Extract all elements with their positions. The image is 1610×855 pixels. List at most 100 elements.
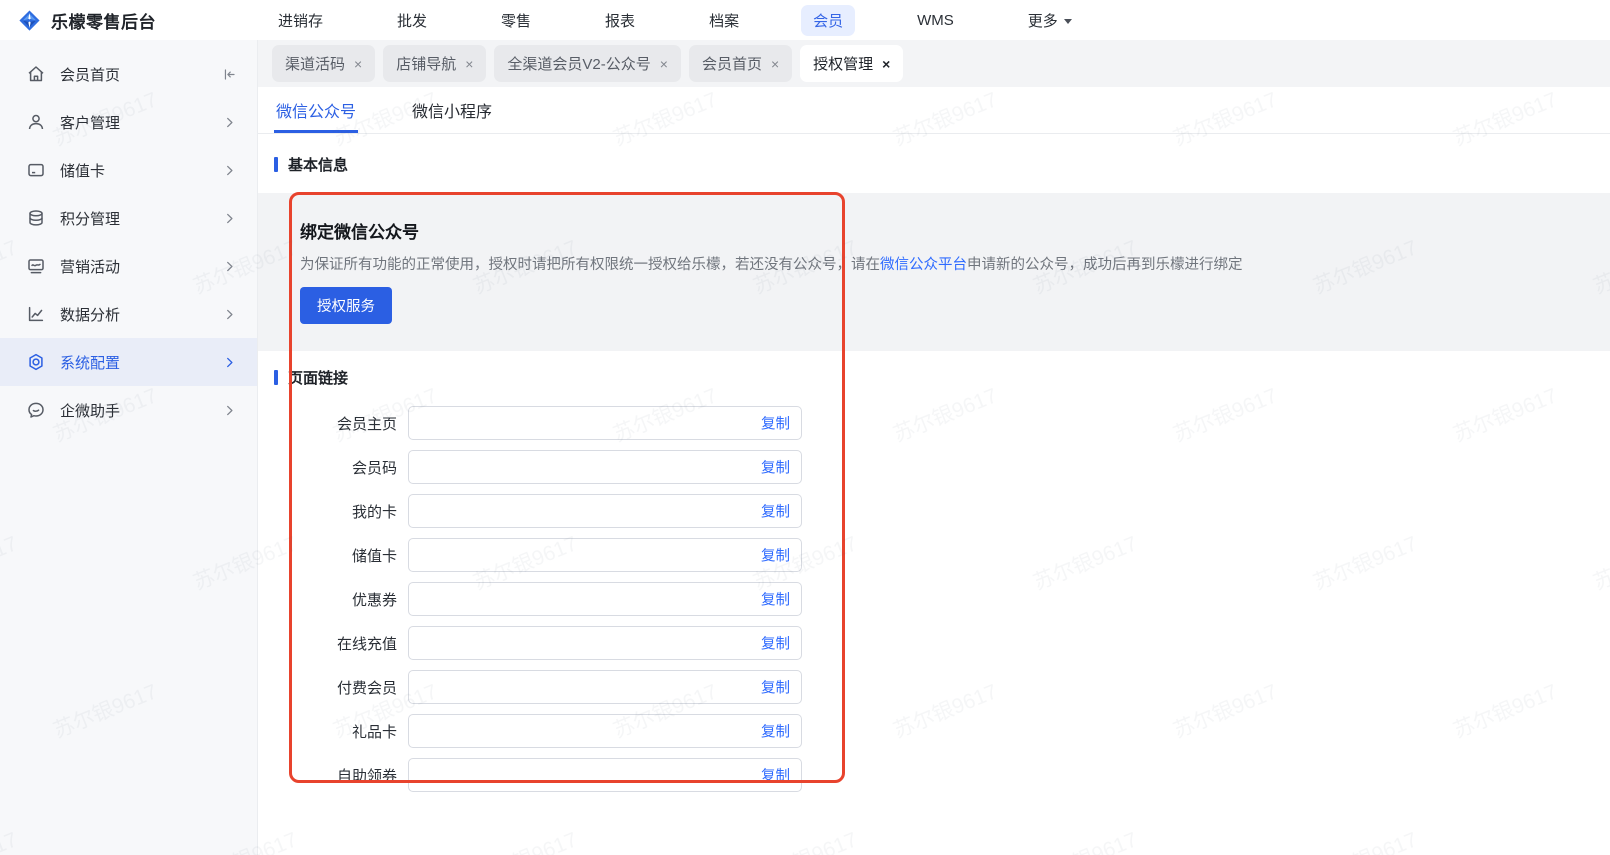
bind-panel-description: 为保证所有功能的正常使用，授权时请把所有权限统一授权给乐檬，若还没有公众号，请在…	[300, 253, 1580, 274]
page-link-input[interactable]	[408, 406, 802, 440]
top-nav-item-5[interactable]: 会员	[801, 4, 856, 36]
page-link-row-0: 会员主页 复制	[258, 406, 1610, 440]
copy-link-button[interactable]: 复制	[761, 765, 790, 786]
page-link-row-5: 在线充值 复制	[258, 626, 1610, 660]
top-nav-item-2[interactable]: 零售	[489, 5, 543, 36]
page-link-input[interactable]	[408, 626, 802, 660]
copy-link-button[interactable]: 复制	[761, 589, 790, 610]
brand: 乐檬零售后台	[0, 8, 258, 33]
section-page-links-title: 页面链接	[288, 370, 349, 387]
close-icon[interactable]: ×	[354, 57, 362, 71]
tab-1[interactable]: 店铺导航 ×	[383, 45, 487, 82]
caret-down-icon	[1063, 18, 1072, 24]
top-nav-item-0[interactable]: 进销存	[266, 5, 335, 36]
app-title: 乐檬零售后台	[51, 12, 156, 32]
top-nav-item-4[interactable]: 档案	[697, 5, 751, 36]
analytics-icon	[26, 304, 46, 324]
top-bar: 乐檬零售后台 进销存 批发 零售 报表 档案 会员 WMS 更多	[0, 0, 1610, 40]
app-root: { "app": { "title": "乐檬零售后台" }, "colors"…	[0, 0, 1610, 855]
page-link-label: 优惠券	[351, 591, 397, 609]
content-area: 渠道活码 × 店铺导航 × 全渠道会员V2-公众号 × 会员首页 × 授权管理 × 微信公众号 微信…	[258, 40, 1610, 855]
copy-link-button[interactable]: 复制	[761, 677, 790, 698]
top-nav-item-3[interactable]: 报表	[593, 5, 647, 36]
chat-icon	[26, 400, 46, 420]
page-link-input[interactable]	[408, 494, 802, 528]
page-link-row-2: 我的卡 复制	[258, 494, 1610, 528]
top-nav-item-7[interactable]: 更多	[1016, 5, 1084, 36]
close-icon[interactable]: ×	[660, 57, 668, 71]
close-icon[interactable]: ×	[771, 57, 779, 71]
sidebar-item-label: 数据分析	[60, 306, 121, 324]
sidebar-item-2[interactable]: 储值卡	[0, 146, 257, 194]
sidebar: 会员首页客户管理储值卡积分管理营销活动数据分析系统配置 企微助手	[0, 40, 258, 855]
copy-link-button[interactable]: 复制	[761, 721, 790, 742]
page-link-label: 会员主页	[336, 415, 397, 433]
chevron-right-icon[interactable]	[222, 163, 237, 178]
sidebar-item-label: 客户管理	[60, 114, 121, 132]
collapse-icon[interactable]	[222, 67, 237, 82]
tab-label: 授权管理	[813, 56, 874, 73]
points-icon	[26, 208, 46, 228]
chevron-right-icon[interactable]	[222, 403, 237, 418]
page-link-input[interactable]	[408, 450, 802, 484]
page-links-form: 会员主页 复制 会员码 复制 我的卡 复制 储值卡 复制 优惠券 复制 在线充值 复制 付费会员 复制 礼品…	[258, 406, 1610, 792]
copy-link-button[interactable]: 复制	[761, 545, 790, 566]
close-icon[interactable]: ×	[882, 57, 890, 71]
tab-0[interactable]: 渠道活码 ×	[272, 45, 376, 82]
top-nav-label: 报表	[605, 12, 636, 30]
close-icon[interactable]: ×	[465, 57, 473, 71]
sidebar-item-1[interactable]: 客户管理	[0, 98, 257, 146]
page-link-input[interactable]	[408, 670, 802, 704]
tab-2[interactable]: 全渠道会员V2-公众号 ×	[494, 45, 681, 82]
page-link-input-wrap: 复制	[408, 582, 802, 616]
page-link-label: 自助领券	[336, 767, 397, 785]
page-link-input-wrap: 复制	[408, 626, 802, 660]
page-link-input-wrap: 复制	[408, 494, 802, 528]
sidebar-item-0[interactable]: 会员首页	[0, 50, 257, 98]
chevron-right-icon[interactable]	[222, 115, 237, 130]
sidebar-item-3[interactable]: 积分管理	[0, 194, 257, 242]
top-nav-label: 会员	[813, 12, 844, 30]
copy-link-button[interactable]: 复制	[761, 413, 790, 434]
section-page-links: 页面链接	[274, 367, 1610, 388]
page-link-input[interactable]	[408, 538, 802, 572]
tab-3[interactable]: 会员首页 ×	[688, 45, 793, 82]
authorize-service-button[interactable]: 授权服务	[300, 287, 392, 324]
top-nav-item-1[interactable]: 批发	[385, 5, 439, 36]
sidebar-item-4[interactable]: 营销活动	[0, 242, 257, 290]
page-link-input[interactable]	[408, 582, 802, 616]
chevron-right-icon[interactable]	[222, 307, 237, 322]
sidebar-item-6[interactable]: 系统配置	[0, 338, 257, 386]
page-link-label: 会员码	[351, 459, 397, 477]
page-link-input-wrap: 复制	[408, 538, 802, 572]
chevron-right-icon[interactable]	[222, 211, 237, 226]
section-basic-info: 基本信息	[274, 154, 1610, 175]
chevron-right-icon[interactable]	[222, 355, 237, 370]
copy-link-button[interactable]: 复制	[761, 457, 790, 478]
top-nav-item-6[interactable]: WMS	[905, 7, 966, 34]
user-icon	[26, 112, 46, 132]
copy-link-button[interactable]: 复制	[761, 633, 790, 654]
page-link-input[interactable]	[408, 758, 802, 792]
top-nav-label: 批发	[397, 12, 428, 30]
top-nav-label: 更多	[1027, 12, 1058, 30]
gear-icon	[26, 352, 46, 372]
chevron-right-icon[interactable]	[222, 259, 237, 274]
bind-account-panel: 绑定微信公众号 为保证所有功能的正常使用，授权时请把所有权限统一授权给乐檬，若还…	[258, 193, 1610, 351]
sidebar-item-5[interactable]: 数据分析	[0, 290, 257, 338]
top-nav-label: 进销存	[278, 12, 324, 30]
sidebar-item-7[interactable]: 企微助手	[0, 386, 257, 434]
section-accent-bar	[274, 370, 278, 385]
home-icon	[26, 64, 46, 84]
copy-link-button[interactable]: 复制	[761, 501, 790, 522]
tab-4[interactable]: 授权管理 ×	[800, 45, 904, 82]
subtab-0[interactable]: 微信公众号	[274, 87, 359, 133]
section-accent-bar	[274, 157, 278, 172]
wechat-platform-link[interactable]: 微信公众平台	[880, 257, 967, 273]
page-link-input[interactable]	[408, 714, 802, 748]
page-link-label: 我的卡	[351, 503, 397, 521]
app-logo-icon	[19, 9, 40, 31]
sidebar-item-label: 积分管理	[60, 210, 121, 228]
subtab-1[interactable]: 微信小程序	[410, 87, 494, 133]
page-link-input-wrap: 复制	[408, 758, 802, 792]
